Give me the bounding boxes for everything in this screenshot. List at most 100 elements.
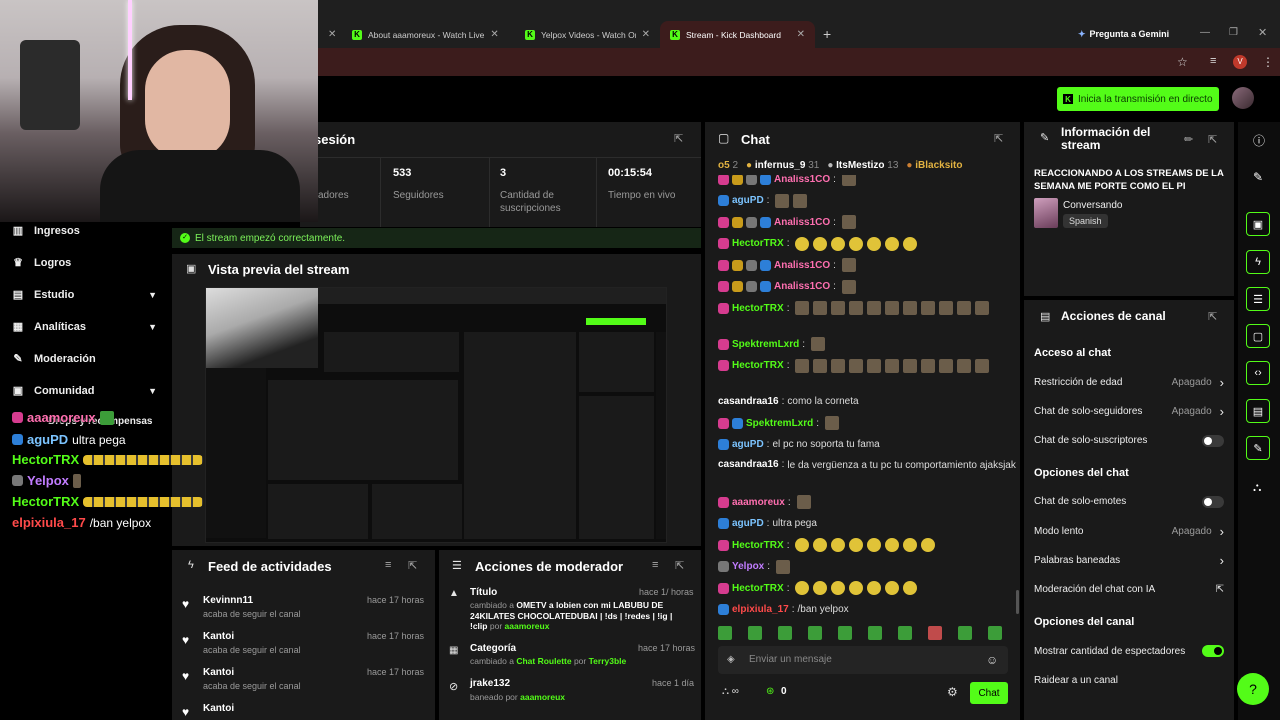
chat-messages[interactable]: Analiss1CO: aguPD: Analiss1CO: HectorTRX: An… (705, 175, 1020, 615)
emote-icon[interactable] (808, 626, 822, 640)
chat-username[interactable]: SpektremLxrd (732, 339, 799, 350)
emote-icon[interactable] (958, 626, 972, 640)
close-tab-icon[interactable]: ✕ (797, 29, 805, 40)
channel-setting-row[interactable]: Restricción de edad Apagado › (1034, 375, 1224, 390)
toggle-switch[interactable] (1202, 495, 1224, 508)
chat-message: casandraa16: como la corneta (718, 395, 859, 409)
chat-username[interactable]: aaamoreux (732, 497, 785, 508)
close-window-icon[interactable]: ✕ (1258, 26, 1267, 39)
chat-username[interactable]: casandraa16 (718, 459, 779, 470)
sidebar-item-estudio[interactable]: ▤ Estudio ▼ (12, 288, 157, 302)
list-rail-icon[interactable]: ☰ (1246, 287, 1270, 311)
shield-icon[interactable]: ◈ (727, 654, 735, 665)
chat-username[interactable]: HectorTRX (732, 360, 784, 371)
new-tab-button[interactable]: + (823, 26, 831, 42)
emote-icon[interactable] (718, 626, 732, 640)
chat-username[interactable]: aguPD (732, 439, 764, 450)
chat-input-placeholder[interactable]: Enviar un mensaje (749, 654, 832, 665)
tab-partial[interactable]: ✕ (318, 21, 338, 48)
code-rail-icon[interactable]: ‹› (1246, 361, 1270, 385)
sidebar-item-comunidad[interactable]: ▣ Comunidad ▼ (12, 384, 157, 398)
popout-icon[interactable]: ⇱ (1208, 133, 1217, 146)
chat-username[interactable]: SpektremLxrd (746, 418, 813, 429)
sidebar-item-logros[interactable]: ♛ Logros (12, 256, 157, 270)
kick-favicon-icon: K (670, 29, 680, 40)
popout-icon[interactable]: ⇱ (994, 132, 1003, 145)
tab-aaamoreux[interactable]: K About aaamoreux - Watch Live ✕ (342, 21, 500, 48)
stream-preview-rail-icon[interactable]: ▣ (1246, 212, 1270, 236)
wrench-rail-icon[interactable]: ✎ (1246, 436, 1270, 460)
chat-username[interactable]: Analiss1CO (774, 217, 830, 228)
chat-username[interactable]: Yelpox (732, 561, 764, 572)
media-control-icon[interactable]: ≡ (1210, 55, 1216, 67)
chat-username[interactable]: HectorTRX (732, 540, 784, 551)
toggle-switch[interactable] (1202, 434, 1224, 447)
start-stream-button[interactable]: K Inicia la transmisión en directo (1057, 87, 1219, 111)
people-rail-icon[interactable]: ⛬ (1253, 480, 1261, 495)
channel-setting-row[interactable]: Raidear a un canal (1034, 673, 1224, 687)
channel-setting-row[interactable]: Chat de solo-suscriptores (1034, 434, 1224, 448)
profile-avatar[interactable]: V (1233, 55, 1247, 69)
channel-setting-row[interactable]: Modo lento Apagado › (1034, 524, 1224, 539)
chat-leaderboard: o5 2 ● infernus_9 31 ● ItsMestizo 13 ● i… (718, 160, 1013, 174)
emote-icon[interactable] (898, 626, 912, 640)
actions-rail-icon[interactable]: ▤ (1246, 399, 1270, 423)
tab-yelpox[interactable]: K Yelpox Videos - Watch On-Dem ✕ (515, 21, 660, 48)
close-tab-icon[interactable]: ✕ (490, 29, 498, 40)
emote-icon[interactable] (838, 626, 852, 640)
chat-username[interactable]: aguPD (732, 518, 764, 529)
channel-setting-row[interactable]: Palabras baneadas › (1034, 553, 1224, 568)
chat-username[interactable]: HectorTRX (732, 303, 784, 314)
channel-setting-row[interactable]: Chat de solo-seguidores Apagado › (1034, 404, 1224, 419)
channel-setting-row[interactable]: Mostrar cantidad de espectadores (1034, 644, 1224, 658)
emote-icon[interactable] (748, 626, 762, 640)
user-avatar[interactable] (1232, 87, 1254, 109)
edit-icon[interactable]: ✏ (1184, 133, 1193, 146)
bookmark-star-icon[interactable]: ☆ (1177, 55, 1188, 69)
emote-icon[interactable] (988, 626, 1002, 640)
bolt-rail-icon[interactable]: ϟ (1246, 250, 1270, 274)
chat-rail-icon[interactable]: ▢ (1246, 324, 1270, 348)
help-button[interactable]: ? (1237, 673, 1269, 705)
emote-icon[interactable] (778, 626, 792, 640)
chat-username[interactable]: Analiss1CO (774, 281, 830, 292)
popout-icon[interactable]: ⇱ (674, 132, 683, 145)
tab-kick-dashboard[interactable]: K Stream - Kick Dashboard ✕ (660, 21, 815, 48)
chat-username[interactable]: Analiss1CO (774, 260, 830, 271)
info-icon[interactable]: ⓘ (1253, 132, 1265, 149)
minimize-icon[interactable]: — (1200, 27, 1210, 38)
emote-icon (99, 410, 114, 425)
chat-scrollbar[interactable] (1016, 590, 1019, 614)
popout-icon[interactable]: ⇱ (675, 559, 684, 572)
infinity-icon[interactable]: ⛬ ∞ (722, 686, 739, 697)
popout-icon[interactable]: ⇱ (408, 559, 417, 572)
emoji-icon[interactable]: ☺ (986, 653, 998, 667)
restore-icon[interactable]: ❐ (1229, 27, 1238, 38)
send-chat-button[interactable]: Chat (970, 682, 1008, 704)
popout-icon[interactable]: ⇱ (1208, 310, 1217, 323)
emote-icon[interactable] (868, 626, 882, 640)
channel-setting-row[interactable]: Moderación del chat con IA ⇱ (1034, 583, 1224, 597)
sidebar-item-analiticas[interactable]: ▦ Analíticas ▼ (12, 320, 157, 334)
browser-menu-icon[interactable]: ⋮ (1262, 55, 1274, 69)
chat-username[interactable]: aguPD (732, 195, 764, 206)
toggle-switch[interactable] (1202, 645, 1224, 658)
close-tab-icon[interactable]: ✕ (642, 29, 650, 40)
chat-username[interactable]: HectorTRX (732, 238, 784, 249)
sidebar-item-moderacion[interactable]: ✎ Moderación (12, 352, 157, 366)
filter-icon[interactable]: ≡ (652, 559, 658, 571)
chat-username[interactable]: casandraa16 (718, 396, 779, 407)
gear-icon[interactable]: ⚙ (947, 685, 958, 699)
badge-icon (718, 259, 729, 271)
pencil-icon[interactable]: ✎ (1253, 170, 1263, 184)
chat-username[interactable]: Analiss1CO (774, 175, 830, 185)
stream-preview-video[interactable] (205, 287, 667, 543)
chat-username[interactable]: HectorTRX (732, 583, 784, 594)
gemini-button[interactable]: ✦ Pregunta a Gemini (1078, 26, 1169, 42)
sidebar-item-ingresos[interactable]: ▥ Ingresos (12, 224, 157, 238)
chat-username[interactable]: elpixiula_17 (732, 604, 789, 615)
channel-setting-row[interactable]: Chat de solo-emotes (1034, 495, 1224, 509)
emote-icon[interactable] (928, 626, 942, 640)
filter-icon[interactable]: ≡ (385, 559, 391, 571)
chat-message: HectorTRX: (718, 581, 918, 595)
